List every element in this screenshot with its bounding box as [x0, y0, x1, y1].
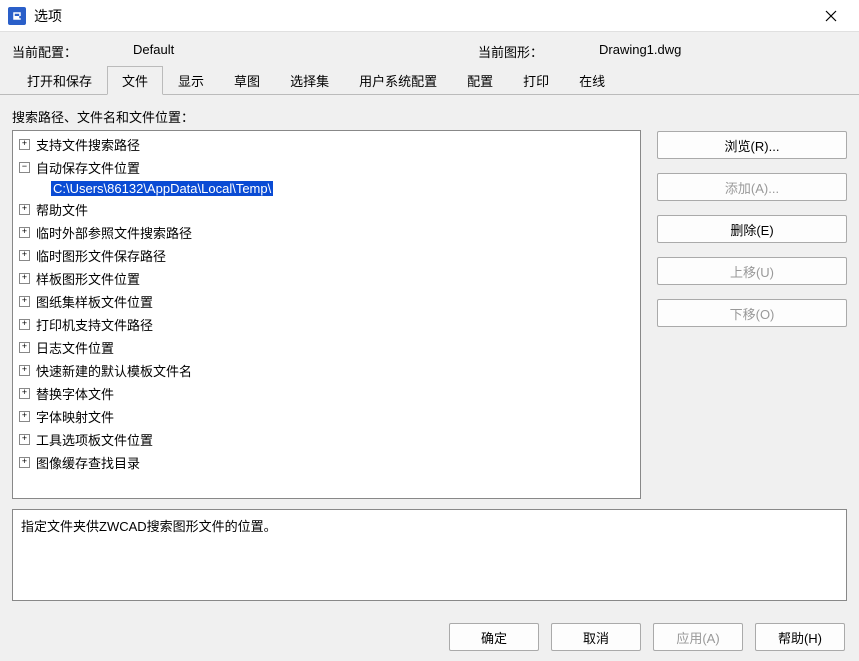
expand-icon[interactable]: +	[19, 365, 30, 376]
tree-item[interactable]: + 工具选项板文件位置	[13, 428, 640, 451]
tree-item-label: 临时图形文件保存路径	[36, 246, 166, 265]
tree-item[interactable]: + 日志文件位置	[13, 336, 640, 359]
description-box: 指定文件夹供ZWCAD搜索图形文件的位置。	[12, 509, 847, 601]
tree-item-label: 日志文件位置	[36, 338, 114, 357]
tree-item[interactable]: + 样板图形文件位置	[13, 267, 640, 290]
tree-item[interactable]: + 帮助文件	[13, 198, 640, 221]
tree-item-label: 临时外部参照文件搜索路径	[36, 223, 192, 242]
tree-item[interactable]: + 临时外部参照文件搜索路径	[13, 221, 640, 244]
expand-icon[interactable]: +	[19, 411, 30, 422]
drawing-value: Drawing1.dwg	[599, 42, 779, 61]
section-label: 搜索路径、文件名和文件位置：	[12, 107, 641, 126]
tab-5[interactable]: 用户系统配置	[344, 66, 452, 95]
tree-item[interactable]: + 图像缓存查找目录	[13, 451, 640, 474]
tree-item[interactable]: + 临时图形文件保存路径	[13, 244, 640, 267]
tree-box[interactable]: +支持文件搜索路径−自动保存文件位置C:\Users\86132\AppData…	[12, 130, 641, 499]
expand-icon[interactable]: +	[19, 250, 30, 261]
expand-icon[interactable]: +	[19, 457, 30, 468]
info-row: 当前配置： Default 当前图形： Drawing1.dwg	[0, 32, 859, 65]
footer: 确定 取消 应用(A) 帮助(H)	[0, 613, 859, 661]
tab-4[interactable]: 选择集	[275, 66, 344, 95]
titlebar: 选项	[0, 0, 859, 32]
tree-item-label: 字体映射文件	[36, 407, 114, 426]
expand-icon[interactable]: +	[19, 296, 30, 307]
expand-icon[interactable]: +	[19, 273, 30, 284]
tab-0[interactable]: 打开和保存	[12, 66, 107, 95]
tree-leaf[interactable]: C:\Users\86132\AppData\Local\Temp\	[13, 179, 640, 198]
expand-icon[interactable]: +	[19, 434, 30, 445]
tree-item[interactable]: + 替换字体文件	[13, 382, 640, 405]
app-icon	[8, 7, 26, 25]
description-text: 指定文件夹供ZWCAD搜索图形文件的位置。	[21, 519, 277, 534]
tree-leaf-label: C:\Users\86132\AppData\Local\Temp\	[51, 181, 273, 196]
tab-6[interactable]: 配置	[452, 66, 508, 95]
tab-8[interactable]: 在线	[564, 66, 620, 95]
expand-icon[interactable]: +	[19, 388, 30, 399]
delete-button[interactable]: 删除(E)	[657, 215, 847, 243]
add-button[interactable]: 添加(A)...	[657, 173, 847, 201]
tree-item-label: 自动保存文件位置	[36, 158, 140, 177]
cancel-button[interactable]: 取消	[551, 623, 641, 651]
tree-item-label: 快速新建的默认模板文件名	[36, 361, 192, 380]
collapse-icon[interactable]: −	[19, 162, 30, 173]
ok-button[interactable]: 确定	[449, 623, 539, 651]
tree-item-label: 帮助文件	[36, 200, 88, 219]
tabs: 打开和保存文件显示草图选择集用户系统配置配置打印在线	[0, 65, 859, 95]
browse-button[interactable]: 浏览(R)...	[657, 131, 847, 159]
tree-item[interactable]: + 快速新建的默认模板文件名	[13, 359, 640, 382]
expand-icon[interactable]: +	[19, 319, 30, 330]
tree-item-label: 样板图形文件位置	[36, 269, 140, 288]
help-button[interactable]: 帮助(H)	[755, 623, 845, 651]
config-value: Default	[133, 42, 313, 61]
tree-item[interactable]: + 打印机支持文件路径	[13, 313, 640, 336]
tree-item-label: 替换字体文件	[36, 384, 114, 403]
movedown-button[interactable]: 下移(O)	[657, 299, 847, 327]
tree-item[interactable]: −自动保存文件位置	[13, 156, 640, 179]
tree-item[interactable]: + 支持文件搜索路径	[13, 133, 640, 156]
tab-3[interactable]: 草图	[219, 66, 275, 95]
tree-item[interactable]: + 图纸集样板文件位置	[13, 290, 640, 313]
expand-icon[interactable]: +	[19, 342, 30, 353]
tree-item[interactable]: + 字体映射文件	[13, 405, 640, 428]
expand-icon[interactable]: +	[19, 227, 30, 238]
expand-icon[interactable]: +	[19, 139, 30, 150]
apply-button[interactable]: 应用(A)	[653, 623, 743, 651]
close-button[interactable]	[811, 1, 851, 31]
tree-item-label: 图像缓存查找目录	[36, 453, 140, 472]
tree-item-label: 支持文件搜索路径	[36, 135, 140, 154]
tab-7[interactable]: 打印	[508, 66, 564, 95]
config-label: 当前配置：	[12, 42, 77, 61]
window-title: 选项	[34, 6, 811, 26]
tree-item-label: 图纸集样板文件位置	[36, 292, 153, 311]
tree-item-label: 工具选项板文件位置	[36, 430, 153, 449]
tree-item-label: 打印机支持文件路径	[36, 315, 153, 334]
expand-icon[interactable]: +	[19, 204, 30, 215]
tab-1[interactable]: 文件	[107, 66, 163, 95]
tab-2[interactable]: 显示	[163, 66, 219, 95]
drawing-label: 当前图形：	[478, 42, 543, 61]
moveup-button[interactable]: 上移(U)	[657, 257, 847, 285]
